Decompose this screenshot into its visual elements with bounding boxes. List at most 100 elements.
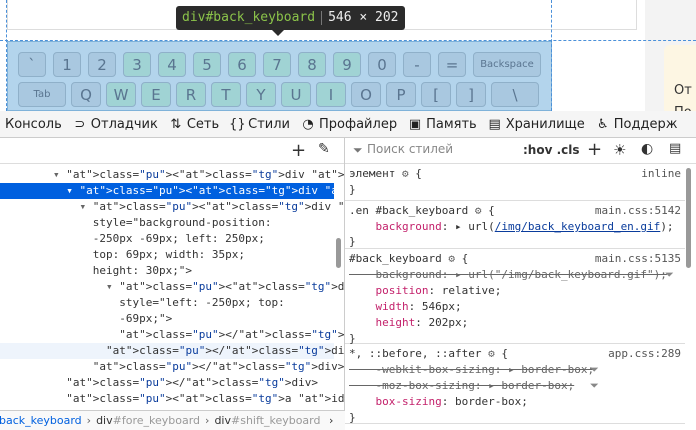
markup-node[interactable]: height: 30px;">	[0, 263, 334, 279]
tab-profiler[interactable]: ◔ Профайлер	[295, 111, 402, 137]
eyedropper-icon[interactable]: ✎	[318, 141, 330, 157]
markup-node[interactable]: "at">class="pu"></"at">class="tg">div>	[0, 359, 345, 375]
prop-value[interactable]: border-box;	[455, 395, 528, 408]
breadcrumb-item[interactable]: back_keyboard	[0, 411, 87, 430]
tab-console[interactable]: Консоль	[0, 111, 67, 137]
key-char[interactable]: 7	[263, 52, 291, 77]
markup-node-selected[interactable]: ▾ "at">class="pu"><"at">class="tg">div "…	[0, 183, 484, 199]
rule1-prop-name[interactable]: background	[376, 220, 442, 233]
tab-style-editor[interactable]: {} Стили	[224, 111, 295, 137]
markup-scrollbar[interactable]	[336, 238, 341, 268]
prop-name[interactable]: position	[376, 284, 429, 297]
prop-value[interactable]: border-box;	[501, 379, 574, 392]
declaration[interactable]: background: ▸ url("/img/back_keyboard.gi…	[349, 267, 667, 283]
add-rule-icon[interactable]: +	[587, 139, 602, 160]
key-char[interactable]: `	[18, 52, 46, 77]
markup-node[interactable]: ▾ "at">class="pu"><"at">class="tg">div "…	[0, 199, 490, 215]
prop-value[interactable]: relative;	[442, 284, 502, 297]
declaration[interactable]: position: relative;	[349, 283, 502, 299]
print-media-icon[interactable]: ▤	[669, 141, 681, 156]
key-char[interactable]: 6	[228, 52, 256, 77]
declaration[interactable]: width: 546px;	[349, 299, 462, 315]
key-char[interactable]: E	[141, 82, 171, 107]
tab-accessibility[interactable]: ♿ Поддерж	[590, 111, 683, 137]
key-char[interactable]: 3	[123, 52, 151, 77]
markup-node[interactable]: top: 69px; width: 35px;	[0, 247, 334, 263]
key-char[interactable]: T	[211, 82, 241, 107]
filter-overridden-icon[interactable]: ⏷	[665, 267, 674, 283]
key-backspace[interactable]: Backspace	[473, 52, 541, 77]
tab-memory[interactable]: ▣ Память	[402, 111, 482, 137]
key-char[interactable]: O	[351, 82, 381, 107]
rule1-source[interactable]: main.css:5142	[595, 203, 681, 219]
markup-node[interactable]: "at">class="pu"><"at">class="tg">a "at">…	[0, 391, 463, 407]
tab-storage[interactable]: ▤ Хранилище	[482, 111, 590, 137]
markup-node[interactable]: style="left: -250px; top:	[0, 295, 334, 311]
add-node-icon[interactable]: +	[291, 140, 306, 161]
markup-node[interactable]: ▾ "at">class="pu"><"at">class="tg">div "…	[0, 167, 543, 183]
declaration[interactable]: -webkit-box-sizing: ▸ border-box;	[349, 362, 595, 378]
key-tab[interactable]: Tab	[18, 82, 66, 107]
prop-name[interactable]: width	[376, 300, 409, 313]
breadcrumb-item[interactable]: div#shift_keyboard	[209, 411, 325, 430]
dark-mode-icon[interactable]: ◐	[641, 141, 653, 157]
key-char[interactable]: Y	[246, 82, 276, 107]
markup-node[interactable]: "at">class="pu"></"at">class="tg">div>	[0, 343, 358, 359]
prop-name[interactable]: box-sizing	[376, 395, 442, 408]
key-char[interactable]: ]	[456, 82, 486, 107]
key-char[interactable]: P	[386, 82, 416, 107]
key-char[interactable]: 9	[333, 52, 361, 77]
key-char[interactable]: 4	[158, 52, 186, 77]
gear-icon[interactable]: ⚙	[488, 347, 495, 360]
prop-value[interactable]: 546px;	[422, 300, 462, 313]
light-mode-icon[interactable]: ☀	[613, 141, 626, 159]
prop-value[interactable]: border-box;	[521, 363, 594, 376]
markup-node[interactable]: "at">class="pu"></"at">class="tg">div>	[0, 327, 371, 343]
key-char[interactable]: 1	[53, 52, 81, 77]
key-char[interactable]: 0	[368, 52, 396, 77]
rule3-source[interactable]: app.css:289	[608, 346, 681, 362]
key-char[interactable]: I	[316, 82, 346, 107]
hov-cls-toggle[interactable]: :hov .cls	[523, 143, 580, 157]
filter-overridden-icon[interactable]: ⏷	[590, 378, 599, 394]
key-char[interactable]: [	[421, 82, 451, 107]
tab-network[interactable]: ⇅ Сеть	[163, 111, 224, 137]
declaration[interactable]: box-sizing: border-box;	[349, 394, 528, 410]
key-char[interactable]: Q	[71, 82, 101, 107]
declaration[interactable]: -moz-box-sizing: ▸ border-box;	[349, 378, 575, 394]
tab-debugger[interactable]: ⊃ Отладчик	[67, 111, 163, 137]
key-char[interactable]: =	[438, 52, 466, 77]
filter-overridden-icon[interactable]: ⏷	[590, 362, 599, 378]
prop-value[interactable]: url("/img/back_keyboard.gif");	[468, 268, 667, 281]
gear-icon[interactable]: ⚙	[448, 252, 455, 265]
gear-icon[interactable]: ⚙	[475, 204, 482, 217]
keyboard-highlight-overlay[interactable]: ` 1 2 3 4 5 6 7 8 9 0- = Backspace Tab Q W E R T Y U I O P[] \	[7, 41, 552, 111]
prop-name[interactable]: -webkit-box-sizing	[376, 363, 495, 376]
key-char[interactable]: R	[176, 82, 206, 107]
rule1-value-link[interactable]: /img/back_keyboard_en.gif	[495, 220, 661, 233]
markup-node[interactable]: "at">class="pu"></"at">class="tg">div>	[0, 375, 334, 391]
markup-node[interactable]: -250px -69px; left: 250px;	[0, 231, 334, 247]
breadcrumb-scroll-right-icon[interactable]: ›	[326, 414, 333, 427]
key-char[interactable]: 8	[298, 52, 326, 77]
filter-styles-input[interactable]: Поиск стилей	[367, 142, 453, 156]
prop-name[interactable]: -moz-box-sizing	[376, 379, 475, 392]
rules-scrollbar[interactable]	[686, 168, 691, 268]
prop-name[interactable]: background	[376, 268, 442, 281]
key-char[interactable]: 5	[193, 52, 221, 77]
markup-node[interactable]: -69px;">	[0, 311, 334, 327]
prop-value[interactable]: 202px;	[429, 316, 469, 329]
key-char[interactable]: -	[403, 52, 431, 77]
key-char[interactable]: U	[281, 82, 311, 107]
key-char[interactable]: W	[106, 82, 136, 107]
gear-icon[interactable]: ⚙	[402, 167, 409, 180]
breadcrumb-item[interactable]: div#fore_keyboard	[91, 411, 205, 430]
markup-node[interactable]: style="background-position:	[0, 215, 334, 231]
key-char[interactable]: 2	[88, 52, 116, 77]
rule2-source[interactable]: main.css:5135	[595, 251, 681, 267]
key-char[interactable]: \	[491, 82, 539, 107]
declaration[interactable]: height: 202px;	[349, 315, 469, 331]
prop-name[interactable]: height	[376, 316, 416, 329]
markup-node[interactable]: ▾ "at">class="pu"><"at">class="tg">div "…	[0, 279, 523, 295]
